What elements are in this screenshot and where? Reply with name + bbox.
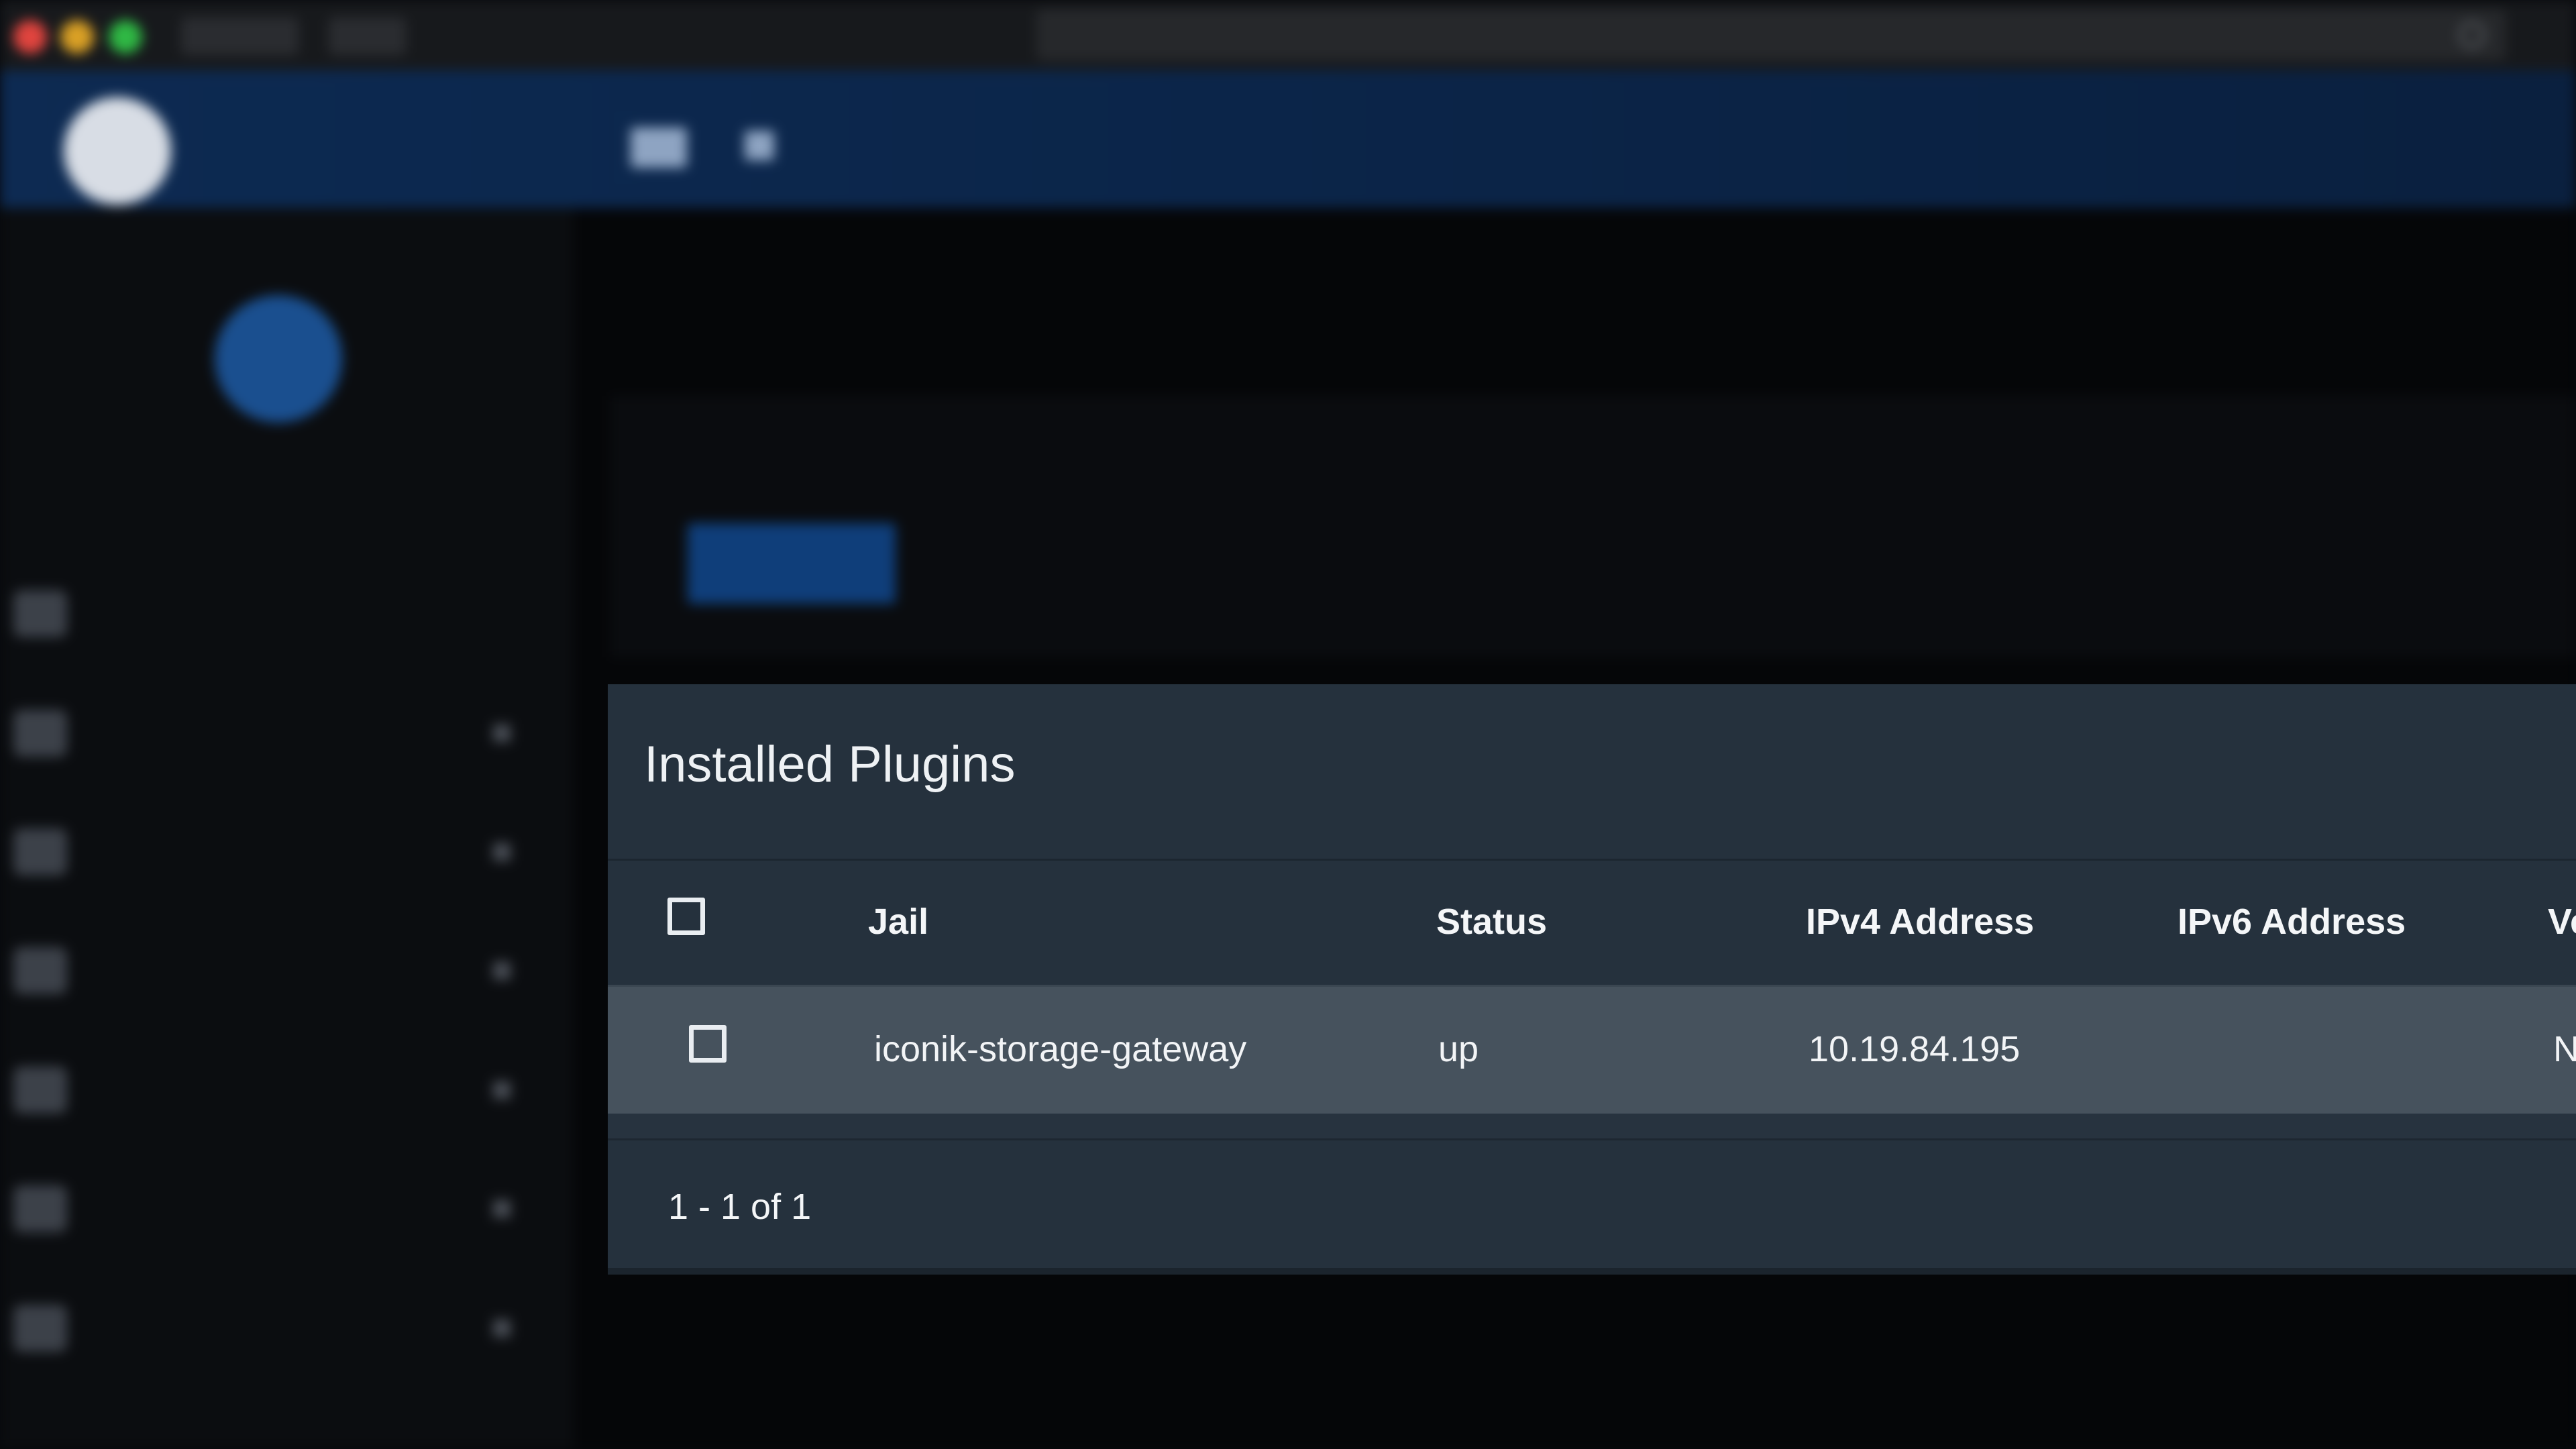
chevron-icon [493, 1320, 511, 1337]
cell-ipv4: 10.19.84.195 [1809, 1029, 2021, 1069]
sidebar-item-icon [13, 1185, 67, 1232]
sidebar-item-icon [13, 947, 67, 994]
sidebar-item[interactable] [0, 808, 574, 889]
minimize-window-icon[interactable] [60, 20, 94, 54]
cell-jail: iconik-storage-gateway [874, 1029, 1247, 1069]
row-checkbox[interactable] [689, 1025, 727, 1063]
panel-title: Installed Plugins [644, 736, 1016, 793]
back-forward-buttons[interactable] [181, 17, 299, 55]
pool-activation-card [610, 396, 2576, 657]
configure-button[interactable] [688, 523, 896, 604]
sidebar-item[interactable] [0, 690, 574, 770]
sidebar-item[interactable] [0, 1046, 574, 1127]
column-header-version[interactable]: Ve [2548, 904, 2576, 940]
menu-toggle-icon[interactable] [631, 127, 687, 168]
sidebar-item-icon [13, 1305, 67, 1352]
cell-version: N [2553, 1029, 2576, 1069]
pagination-range: 1 - 1 of 1 [668, 1187, 812, 1227]
maximize-window-icon[interactable] [109, 20, 142, 54]
top-navigation-bar [0, 70, 2576, 208]
column-header-ipv4[interactable]: IPv4 Address [1806, 904, 2034, 940]
avatar[interactable] [215, 295, 342, 423]
freenas-logo-icon [64, 97, 171, 205]
close-window-icon[interactable] [13, 20, 47, 54]
screen: Installed Plugins Jail Status IPv4 Addre… [0, 0, 2576, 1449]
installed-plugins-panel: Installed Plugins Jail Status IPv4 Addre… [608, 684, 2576, 1275]
browser-titlebar [0, 0, 2576, 70]
sidebar-item-icon [13, 710, 67, 757]
chevron-icon [493, 1081, 511, 1099]
cell-status: up [1438, 1029, 1479, 1069]
sidebar-item-icon [13, 1067, 67, 1114]
column-header-status[interactable]: Status [1436, 904, 1547, 940]
sidebar-item-icon [13, 828, 67, 875]
column-header-jail[interactable]: Jail [868, 904, 928, 940]
sidebar-item[interactable] [0, 927, 574, 1008]
table-row[interactable]: iconik-storage-gateway up 10.19.84.195 N [608, 985, 2576, 1114]
sidebar-item[interactable] [0, 570, 574, 651]
address-bar[interactable] [1036, 9, 2506, 60]
nav-secondary-icon[interactable] [745, 131, 774, 160]
sidebar-item[interactable] [0, 1165, 574, 1246]
column-header-ipv6[interactable]: IPv6 Address [2178, 904, 2406, 940]
sidebar-item-icon [13, 590, 67, 637]
sidebar-item[interactable] [0, 1285, 574, 1365]
chevron-icon [493, 962, 511, 979]
table-spacer [608, 1114, 2576, 1140]
table-header-row: Jail Status IPv4 Address IPv6 Address Ve [608, 859, 2576, 985]
select-all-checkbox[interactable] [667, 898, 705, 935]
panel-bottom-border [608, 1268, 2576, 1275]
chevron-icon [493, 843, 511, 861]
chevron-icon [493, 1200, 511, 1218]
chevron-icon [493, 724, 511, 742]
reload-icon[interactable] [2459, 21, 2485, 48]
sidebar-toggle-button[interactable] [329, 17, 406, 55]
